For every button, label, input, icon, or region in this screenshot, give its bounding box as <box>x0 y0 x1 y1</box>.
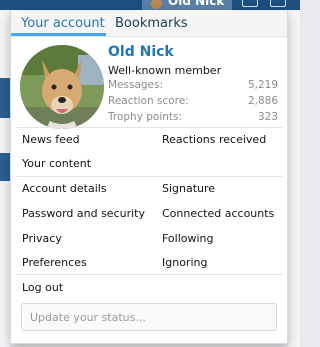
password-security-link[interactable]: Password and security <box>22 207 145 220</box>
page-background-right <box>288 10 300 347</box>
page-block <box>0 78 10 118</box>
account-menu: Your account Bookmarks Old Nick Well-kno… <box>10 10 288 344</box>
status-placeholder: Update your status... <box>30 311 146 324</box>
connected-accounts-link[interactable]: Connected accounts <box>162 207 274 220</box>
privacy-link[interactable]: Privacy <box>22 232 62 245</box>
account-details-link[interactable]: Account details <box>22 182 107 195</box>
stat-row: Messages: 5,219 <box>108 79 278 95</box>
your-content-link[interactable]: Your content <box>22 157 91 170</box>
site-top-bar: Old Nick <box>0 0 300 10</box>
tab-bookmarks[interactable]: Bookmarks <box>115 16 188 31</box>
following-link[interactable]: Following <box>162 232 214 245</box>
inbox-icon[interactable] <box>242 0 258 7</box>
preferences-link[interactable]: Preferences <box>22 256 87 269</box>
reactions-received-link[interactable]: Reactions received <box>162 133 266 146</box>
log-out-link[interactable]: Log out <box>22 281 63 294</box>
status-input[interactable]: Update your status... <box>21 303 277 331</box>
divider <box>17 127 283 128</box>
divider <box>17 274 283 275</box>
stat-value[interactable]: 5,219 <box>248 79 278 91</box>
alerts-icon[interactable] <box>270 0 286 7</box>
stat-row: Reaction score: 2,886 <box>108 95 278 111</box>
header-avatar <box>151 0 162 9</box>
avatar[interactable] <box>20 45 104 129</box>
stat-row: Trophy points: 323 <box>108 111 278 127</box>
stat-value: 2,886 <box>247 95 278 107</box>
stat-label: Trophy points: <box>108 111 183 123</box>
ignoring-link[interactable]: Ignoring <box>162 256 207 269</box>
account-menu-tabs: Your account Bookmarks <box>11 10 287 37</box>
page-background-left <box>0 10 10 347</box>
stat-label: Reaction score: <box>108 95 189 107</box>
news-feed-link[interactable]: News feed <box>22 133 80 146</box>
stat-value[interactable]: 323 <box>258 111 278 123</box>
page-block <box>0 153 10 181</box>
header-username: Old Nick <box>168 0 225 8</box>
profile-name[interactable]: Old Nick <box>108 44 174 60</box>
profile-title: Well-known member <box>108 64 222 77</box>
signature-link[interactable]: Signature <box>162 182 215 195</box>
stat-label: Messages: <box>108 79 164 91</box>
profile-stats: Messages: 5,219 Reaction score: 2,886 Tr… <box>108 79 278 127</box>
active-tab-indicator <box>11 33 106 36</box>
header-user-button[interactable]: Old Nick <box>142 0 232 10</box>
divider <box>17 176 283 177</box>
tab-your-account[interactable]: Your account <box>21 16 105 31</box>
